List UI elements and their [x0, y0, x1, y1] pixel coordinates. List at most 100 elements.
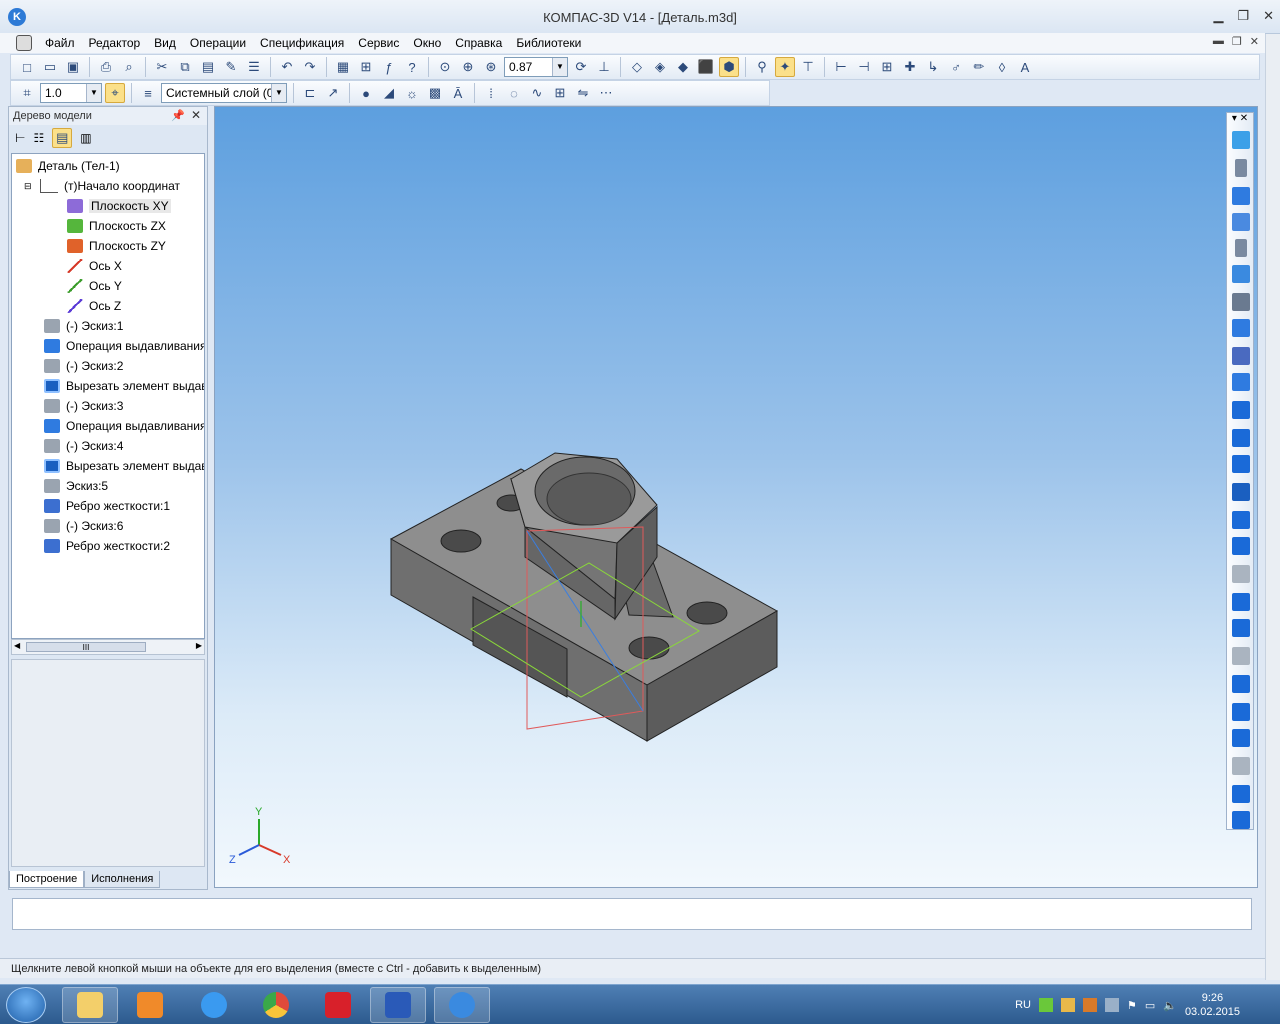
layer-icon[interactable]: ≡	[138, 83, 158, 103]
mass-icon[interactable]: ♂	[946, 57, 966, 77]
language-indicator[interactable]: RU	[1015, 999, 1031, 1011]
help-cursor-icon[interactable]: ?	[402, 57, 422, 77]
sheet-tool-icon[interactable]	[1232, 757, 1250, 775]
tree-item[interactable]: Деталь (Тел-1)	[16, 156, 120, 176]
point-icon[interactable]: ◊	[992, 57, 1012, 77]
taskbar-explorer[interactable]	[62, 987, 118, 1023]
close-button[interactable]: ✕	[1263, 8, 1274, 24]
menu-file[interactable]: Файл	[38, 36, 82, 50]
tree-item[interactable]: (-) Эскиз:3	[44, 396, 123, 416]
pin-icon[interactable]: 📌	[171, 109, 185, 122]
undo-icon[interactable]: ↶	[277, 57, 297, 77]
close-icon[interactable]: ✕	[191, 108, 201, 122]
tree-item[interactable]: Плоскость ZY	[67, 236, 166, 256]
tree-view-mode-icon[interactable]: ☷	[33, 131, 44, 145]
tree-item[interactable]: Ось Z	[67, 296, 121, 316]
bend-tool-icon[interactable]	[1232, 729, 1250, 747]
tree-item[interactable]: (-) Эскиз:4	[44, 436, 123, 456]
clock[interactable]: 9:26 03.02.2015	[1185, 991, 1240, 1019]
model-tree-icon[interactable]: ⊤	[798, 57, 818, 77]
save-icon[interactable]: ▣	[63, 57, 83, 77]
volume-icon[interactable]: 🔈	[1163, 999, 1177, 1012]
doc-close-button[interactable]: ✕	[1250, 35, 1259, 48]
filter-tool-icon[interactable]	[1232, 265, 1250, 283]
mirror-tool-icon[interactable]	[1232, 455, 1250, 473]
rotate-tool-icon[interactable]	[1235, 159, 1247, 177]
scale-tool-icon[interactable]	[1232, 675, 1250, 693]
print-icon[interactable]: ⎙	[96, 57, 116, 77]
menu-libraries[interactable]: Библиотеки	[509, 36, 588, 50]
tree-filter-icon[interactable]: ▥	[80, 131, 91, 145]
format-brush-icon[interactable]: ✎	[221, 57, 241, 77]
document-icon[interactable]	[16, 35, 32, 51]
snap-grid-icon[interactable]: ⌗	[17, 83, 37, 103]
text-style-icon[interactable]: Ā	[448, 83, 468, 103]
taskbar-kompas[interactable]	[434, 987, 490, 1023]
tab-construction[interactable]: Построение	[9, 871, 85, 888]
layer-combo[interactable]: Системный слой (0) ▼	[161, 83, 287, 103]
menu-service[interactable]: Сервис	[351, 36, 406, 50]
tree-item[interactable]: Ребро жесткости:2	[44, 536, 170, 556]
hidden-lines-icon[interactable]: ◈	[650, 57, 670, 77]
split-tool-icon[interactable]	[1232, 565, 1250, 583]
tree-structure-icon[interactable]: ⊢	[15, 131, 25, 145]
sketch-mode-icon[interactable]: ⊏	[300, 83, 320, 103]
tree-item[interactable]: (-) Эскиз:6	[44, 516, 123, 536]
local-cs-icon[interactable]: ⌖	[105, 83, 125, 103]
tree-item[interactable]: Ось Y	[67, 276, 122, 296]
zoom-scale-icon[interactable]: ⊛	[481, 57, 501, 77]
minimize-button[interactable]: ▁	[1213, 8, 1223, 24]
new-file-icon[interactable]: □	[17, 57, 37, 77]
material-icon[interactable]: ◢	[379, 83, 399, 103]
tree-item[interactable]: Ребро жесткости:1	[44, 496, 170, 516]
color-icon[interactable]: ●	[356, 83, 376, 103]
redo-icon[interactable]: ↷	[300, 57, 320, 77]
chevron-down-icon[interactable]: ▼	[552, 58, 567, 76]
cut-icon[interactable]: ✂	[152, 57, 172, 77]
boss-tool-icon[interactable]	[1232, 511, 1250, 529]
menu-window[interactable]: Окно	[406, 36, 448, 50]
thread-tool-icon[interactable]	[1232, 483, 1250, 501]
taskbar-ie[interactable]	[186, 987, 242, 1023]
copy-icon[interactable]: ⧉	[175, 57, 195, 77]
chevron-down-icon[interactable]: ▾	[1232, 113, 1237, 124]
zoom-window-icon[interactable]: ⊕	[458, 57, 478, 77]
menu-help[interactable]: Справка	[448, 36, 509, 50]
extrude-tool-icon[interactable]	[1232, 131, 1250, 149]
array-tool-icon[interactable]	[1232, 429, 1250, 447]
dimension-icon[interactable]: ⊢	[831, 57, 851, 77]
tree-item[interactable]: Операция выдавливания	[44, 416, 204, 436]
section-icon[interactable]: ⊞	[877, 57, 897, 77]
open-file-icon[interactable]: ▭	[40, 57, 60, 77]
tree-order-icon[interactable]: ▤	[52, 128, 73, 148]
step-combo[interactable]: 1.0 ▼	[40, 83, 102, 103]
orientation-icon[interactable]: ⊥	[594, 57, 614, 77]
cut-tool-icon[interactable]	[1232, 293, 1250, 311]
body-tool-icon[interactable]	[1232, 619, 1250, 637]
tray-tool-icon[interactable]	[1082, 998, 1097, 1012]
start-button[interactable]	[6, 987, 46, 1023]
zoom-combo[interactable]: 0.87 ▼	[504, 57, 568, 77]
property-bar[interactable]	[12, 898, 1252, 930]
scrollbar-thumb[interactable]: III	[26, 642, 146, 652]
taskbar-media[interactable]	[122, 987, 178, 1023]
array-circle-icon[interactable]: ◌	[504, 83, 524, 103]
menu-view[interactable]: Вид	[147, 36, 183, 50]
tree-item[interactable]: Плоскость ZX	[67, 216, 166, 236]
doc-restore-button[interactable]: ❐	[1232, 35, 1242, 48]
pattern-disabled-icon[interactable]: ⋯	[596, 83, 616, 103]
thin-lines-icon[interactable]: ◆	[673, 57, 693, 77]
assembly-tool-icon[interactable]	[1232, 811, 1250, 829]
loft-tool-icon[interactable]	[1232, 213, 1250, 231]
tree-item[interactable]: Плоскость XY	[67, 196, 171, 216]
monitor-icon[interactable]: ▭	[1145, 999, 1155, 1012]
close-icon[interactable]: ✕	[1240, 113, 1248, 124]
tree-item[interactable]: Вырезать элемент выдав.	[44, 376, 204, 396]
measure-icon[interactable]: ⊣	[854, 57, 874, 77]
mirror-icon[interactable]: ⇋	[573, 83, 593, 103]
tree-item[interactable]: (-) Эскиз:1	[44, 316, 123, 336]
delete-body-icon[interactable]	[1232, 647, 1250, 665]
shell-tool-icon[interactable]	[1232, 319, 1250, 337]
tab-versions[interactable]: Исполнения	[84, 871, 161, 888]
fillet-tool-icon[interactable]	[1232, 373, 1250, 391]
